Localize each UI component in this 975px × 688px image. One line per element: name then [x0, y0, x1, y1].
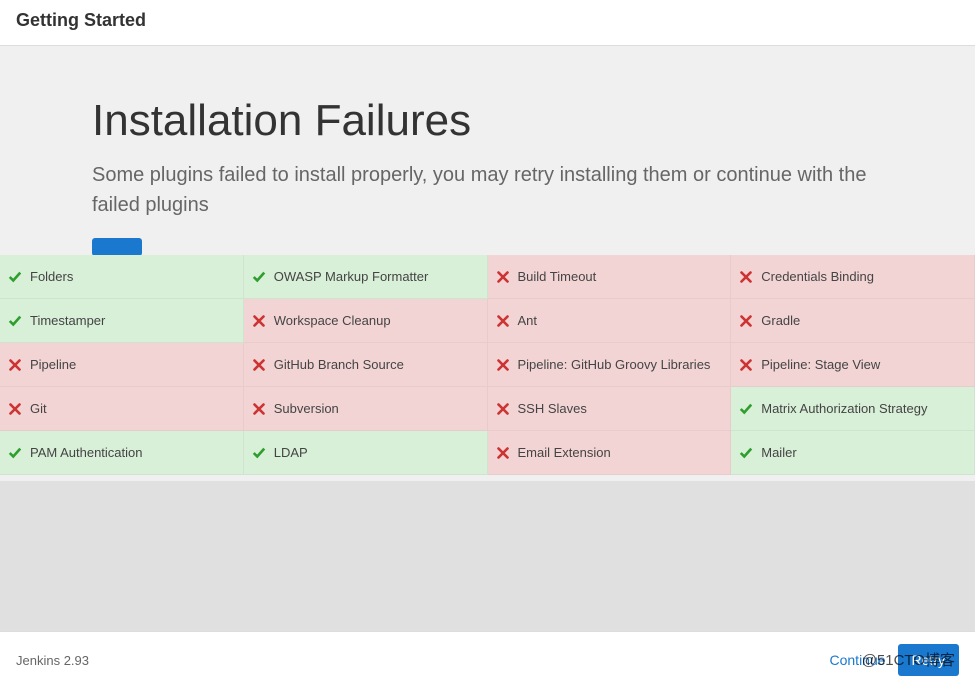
plugin-label: Gradle	[761, 313, 800, 328]
cross-icon	[739, 270, 753, 284]
plugin-label: Credentials Binding	[761, 269, 874, 284]
plugin-label: Workspace Cleanup	[274, 313, 391, 328]
plugin-item: Email Extension	[488, 431, 732, 475]
plugin-item: Gradle	[731, 299, 975, 343]
cross-icon	[8, 358, 22, 372]
plugin-label: OWASP Markup Formatter	[274, 269, 429, 284]
plugin-item: Pipeline: Stage View	[731, 343, 975, 387]
plugin-label: PAM Authentication	[30, 445, 143, 460]
plugin-item: Matrix Authorization Strategy	[731, 387, 975, 431]
cross-icon	[739, 314, 753, 328]
plugin-label: Email Extension	[518, 445, 611, 460]
plugin-item: Ant	[488, 299, 732, 343]
retry-button-top[interactable]	[92, 238, 142, 256]
plugin-item: GitHub Branch Source	[244, 343, 488, 387]
plugin-label: Pipeline: Stage View	[761, 357, 880, 372]
page-title: Installation Failures	[92, 96, 883, 146]
topbar: Getting Started	[0, 0, 975, 46]
cross-icon	[252, 402, 266, 416]
check-icon	[8, 270, 22, 284]
footer: Jenkins 2.93 Continue Retry	[0, 631, 975, 688]
plugin-label: Build Timeout	[518, 269, 597, 284]
plugin-grid: Folders OWASP Markup Formatter Build Timeo…	[0, 255, 975, 475]
cross-icon	[739, 358, 753, 372]
plugin-label: SSH Slaves	[518, 401, 587, 416]
plugin-item: Git	[0, 387, 244, 431]
main-content: Installation Failures Some plugins faile…	[0, 46, 975, 481]
plugin-label: Timestamper	[30, 313, 105, 328]
check-icon	[739, 446, 753, 460]
plugin-label: Matrix Authorization Strategy	[761, 401, 927, 416]
cross-icon	[8, 402, 22, 416]
cross-icon	[252, 314, 266, 328]
cross-icon	[496, 314, 510, 328]
plugin-label: LDAP	[274, 445, 308, 460]
continue-link[interactable]: Continue	[830, 652, 886, 668]
retry-button[interactable]: Retry	[898, 644, 959, 676]
check-icon	[252, 270, 266, 284]
plugin-item: Pipeline: GitHub Groovy Libraries	[488, 343, 732, 387]
page-subtitle: Some plugins failed to install properly,…	[92, 160, 883, 220]
check-icon	[739, 402, 753, 416]
plugin-item: Folders	[0, 255, 244, 299]
cross-icon	[252, 358, 266, 372]
cross-icon	[496, 358, 510, 372]
plugin-item: Subversion	[244, 387, 488, 431]
check-icon	[8, 314, 22, 328]
cross-icon	[496, 402, 510, 416]
plugin-item: Mailer	[731, 431, 975, 475]
plugin-label: Subversion	[274, 401, 339, 416]
check-icon	[8, 446, 22, 460]
plugin-label: Git	[30, 401, 47, 416]
plugin-label: GitHub Branch Source	[274, 357, 404, 372]
plugin-item: Pipeline	[0, 343, 244, 387]
plugin-item: PAM Authentication	[0, 431, 244, 475]
plugin-item: Timestamper	[0, 299, 244, 343]
plugin-item: OWASP Markup Formatter	[244, 255, 488, 299]
plugin-label: Mailer	[761, 445, 796, 460]
check-icon	[252, 446, 266, 460]
footer-actions: Continue Retry	[830, 644, 960, 676]
plugin-label: Pipeline: GitHub Groovy Libraries	[518, 357, 711, 372]
plugin-item: Workspace Cleanup	[244, 299, 488, 343]
plugin-item: SSH Slaves	[488, 387, 732, 431]
plugin-label: Pipeline	[30, 357, 76, 372]
plugin-item: LDAP	[244, 431, 488, 475]
version-label: Jenkins 2.93	[16, 653, 89, 668]
topbar-title: Getting Started	[16, 10, 959, 31]
plugin-label: Folders	[30, 269, 73, 284]
plugin-label: Ant	[518, 313, 538, 328]
plugin-item: Credentials Binding	[731, 255, 975, 299]
plugin-item: Build Timeout	[488, 255, 732, 299]
cross-icon	[496, 446, 510, 460]
cross-icon	[496, 270, 510, 284]
